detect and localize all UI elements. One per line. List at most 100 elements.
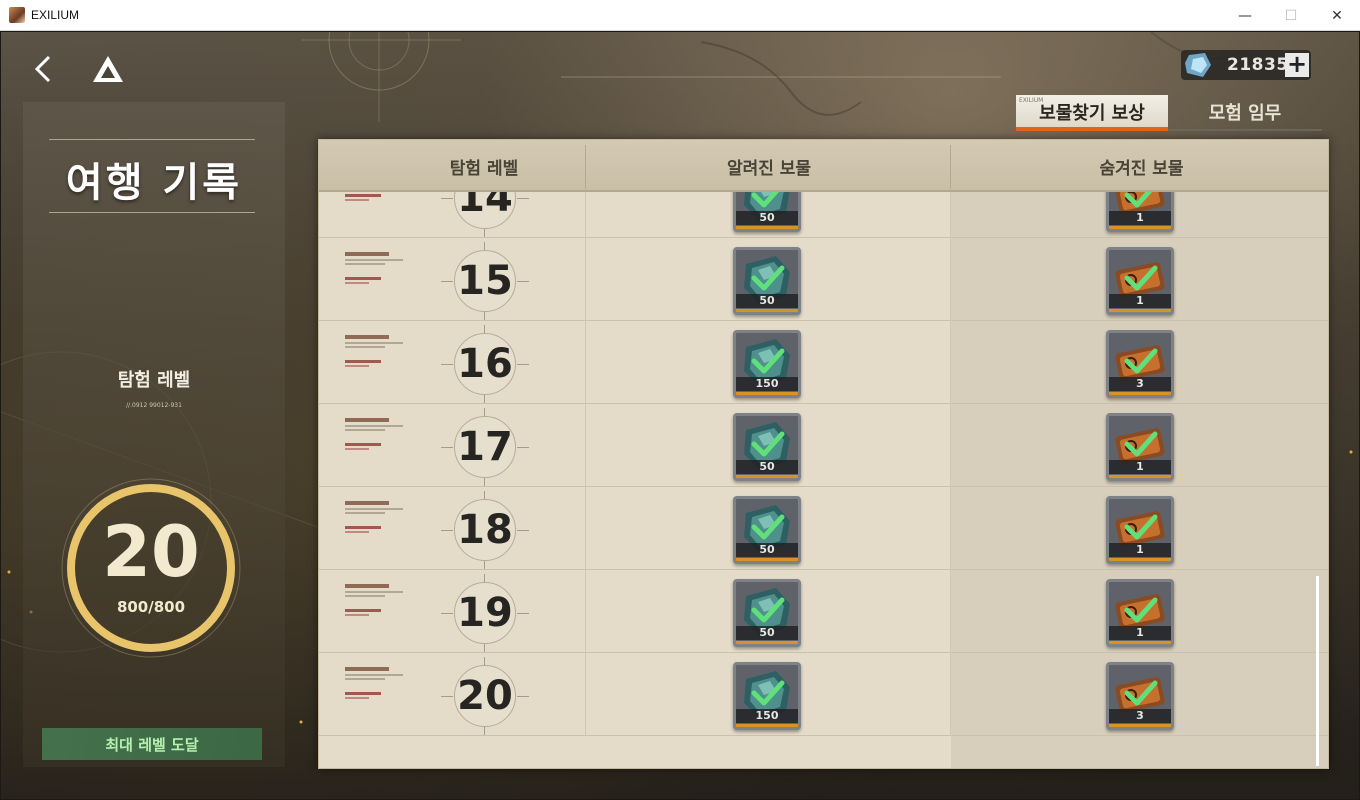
column-divider <box>585 238 586 321</box>
level-dial-decoration <box>484 229 485 237</box>
table-row: 20 150 3 <box>319 653 1328 736</box>
reward-count: 3 <box>1109 377 1171 391</box>
row-level-number: 18 <box>457 507 513 553</box>
row-note-decoration <box>345 252 415 284</box>
row-note-decoration <box>345 584 415 616</box>
window-title: EXILIUM <box>31 8 80 22</box>
table-row: 19 50 1 <box>319 570 1328 653</box>
level-dial-decoration <box>484 491 485 499</box>
rewards-table-panel: 탐험 레벨 알려진 보물 숨겨진 보물 14 50 1 15 50 1 16 150 3 17 50… <box>318 139 1329 769</box>
reward-count: 1 <box>1109 460 1171 474</box>
active-tab-indicator <box>1016 127 1168 131</box>
game-viewport: 21835 + EXILIUM 보물찾기 보상 모험 임무 여행 기록 탐험 레… <box>1 32 1359 799</box>
minimize-button[interactable]: — <box>1222 0 1268 31</box>
tab-adventure-missions[interactable]: 모험 임무 <box>1168 95 1322 129</box>
level-dial-decoration <box>484 657 485 665</box>
known-treasure-reward[interactable]: 150 <box>733 662 801 730</box>
known-treasure-reward[interactable]: 50 <box>733 579 801 647</box>
hidden-treasure-reward[interactable]: 3 <box>1106 662 1174 730</box>
row-level-number: 15 <box>457 258 513 304</box>
reward-count: 50 <box>736 294 798 308</box>
hidden-treasure-reward[interactable]: 1 <box>1106 247 1174 315</box>
rarity-bar <box>736 558 798 561</box>
close-button[interactable]: ✕ <box>1314 0 1360 31</box>
level-dial-decoration <box>484 312 485 320</box>
reward-count: 50 <box>736 211 798 225</box>
header-level: 탐험 레벨 <box>449 159 519 179</box>
tab-treasure-rewards[interactable]: EXILIUM 보물찾기 보상 <box>1016 95 1168 129</box>
known-treasure-reward[interactable]: 50 <box>733 192 801 232</box>
level-value: 20 <box>102 511 200 593</box>
column-divider <box>950 653 951 736</box>
rarity-bar <box>1109 558 1171 561</box>
rarity-bar <box>736 392 798 395</box>
reward-count: 150 <box>736 377 798 391</box>
gem-icon <box>1185 53 1211 77</box>
rarity-bar <box>736 309 798 312</box>
reward-count: 1 <box>1109 543 1171 557</box>
rarity-bar <box>1109 641 1171 644</box>
add-currency-button[interactable]: + <box>1285 52 1309 77</box>
table-row: 17 50 1 <box>319 404 1328 487</box>
tab-bar: EXILIUM 보물찾기 보상 모험 임무 <box>1016 95 1322 131</box>
known-treasure-reward[interactable]: 50 <box>733 413 801 481</box>
table-row: 18 50 1 <box>319 487 1328 570</box>
known-treasure-reward[interactable]: 150 <box>733 330 801 398</box>
reward-count: 1 <box>1109 211 1171 225</box>
reward-count: 1 <box>1109 294 1171 308</box>
hidden-treasure-reward[interactable]: 1 <box>1106 192 1174 232</box>
header-known-treasure: 알려진 보물 <box>726 159 812 179</box>
table-row: 15 50 1 <box>319 238 1328 321</box>
header-divider <box>950 145 951 189</box>
currency-value: 21835 <box>1227 55 1289 75</box>
level-dial-decoration <box>484 325 485 333</box>
row-level-number: 16 <box>457 341 513 387</box>
column-divider <box>585 192 586 238</box>
rarity-bar <box>1109 309 1171 312</box>
back-chevron-icon[interactable] <box>29 52 59 86</box>
row-note-decoration <box>345 667 415 699</box>
known-treasure-reward[interactable]: 50 <box>733 247 801 315</box>
tab-underline <box>1168 129 1322 131</box>
rarity-bar <box>736 724 798 727</box>
exploration-level-label: 탐험 레벨 <box>117 370 191 391</box>
level-dial-decoration <box>484 478 485 486</box>
level-dial-decoration <box>484 395 485 403</box>
divider <box>49 212 255 213</box>
tab-tag: EXILIUM <box>1019 97 1044 104</box>
column-divider <box>585 653 586 736</box>
column-divider <box>950 487 951 570</box>
table-body[interactable]: 14 50 1 15 50 1 16 150 3 17 50 1 18 50 1 19 50 1 20 150 3 <box>319 192 1328 768</box>
row-level-number: 17 <box>457 424 513 470</box>
row-level-number: 14 <box>457 192 513 221</box>
row-note-decoration <box>345 335 415 367</box>
column-divider <box>585 321 586 404</box>
rarity-bar <box>1109 226 1171 229</box>
triangle-logo-icon[interactable] <box>91 54 125 84</box>
max-level-reached-button: 최대 레벨 도달 <box>42 728 262 760</box>
row-level-number: 20 <box>457 673 513 719</box>
column-divider <box>585 487 586 570</box>
hidden-treasure-reward[interactable]: 1 <box>1106 496 1174 564</box>
hidden-treasure-reward[interactable]: 3 <box>1106 330 1174 398</box>
maximize-button[interactable]: ☐ <box>1268 0 1314 31</box>
column-divider <box>950 238 951 321</box>
reward-count: 50 <box>736 460 798 474</box>
rarity-bar <box>1109 724 1171 727</box>
serial-text: //.0912 99012-931 <box>126 402 182 409</box>
hidden-treasure-reward[interactable]: 1 <box>1106 413 1174 481</box>
table-header: 탐험 레벨 알려진 보물 숨겨진 보물 <box>319 140 1328 192</box>
column-divider <box>585 404 586 487</box>
tab-label: 모험 임무 <box>1208 103 1282 124</box>
table-row: 14 50 1 <box>319 192 1328 238</box>
table-scrollbar[interactable] <box>1316 576 1319 766</box>
column-divider <box>950 570 951 653</box>
header-divider <box>585 145 586 189</box>
currency-display: 21835 + <box>1181 50 1311 80</box>
tab-label: 보물찾기 보상 <box>1039 103 1145 124</box>
reward-count: 150 <box>736 709 798 723</box>
hidden-treasure-reward[interactable]: 1 <box>1106 579 1174 647</box>
known-treasure-reward[interactable]: 50 <box>733 496 801 564</box>
level-dial-decoration <box>484 242 485 250</box>
column-divider <box>950 404 951 487</box>
